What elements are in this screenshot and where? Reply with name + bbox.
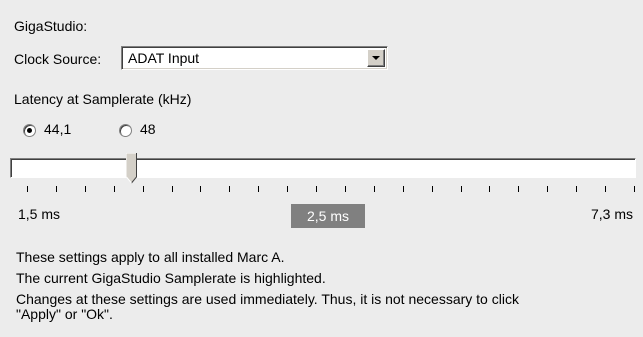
slider-tick [518,186,519,192]
clock-source-value: ADAT Input [128,50,200,66]
radio-48-label[interactable]: 48 [140,121,156,137]
slider-tick [403,186,404,192]
radio-44-1-label[interactable]: 44,1 [44,121,71,137]
slider-current-value-badge: 2,5 ms [291,204,365,228]
slider-tick [489,186,490,192]
latency-slider-thumb[interactable] [126,153,137,184]
slider-tick [374,186,375,192]
slider-tick [200,186,201,192]
slider-max-label: 7,3 ms [591,206,634,222]
latency-slider-track[interactable] [10,158,636,178]
slider-tick [576,186,577,192]
slider-tick [432,186,433,192]
chevron-down-icon [372,56,380,60]
info-line-3: Changes at these settings are used immed… [16,291,519,307]
slider-tick [605,186,606,192]
radio-selected-dot [27,128,32,133]
slider-tick [345,186,346,192]
latency-title: Latency at Samplerate (kHz) [14,91,192,107]
slider-min-label: 1,5 ms [18,206,61,222]
clock-source-label: Clock Source: [14,51,102,67]
slider-tick [258,186,259,192]
slider-tick [287,186,288,192]
slider-tick [56,186,57,192]
info-line-1: These settings apply to all installed Ma… [16,249,285,265]
section-title: GigaStudio: [14,18,88,34]
slider-tick [634,186,635,192]
radio-48[interactable] [119,124,132,137]
latency-slider-ticks [0,186,643,196]
slider-tick [143,186,144,192]
slider-tick [316,186,317,192]
slider-tick [27,186,28,192]
slider-tick [461,186,462,192]
info-line-4: "Apply" or "Ok". [16,306,113,322]
slider-tick [172,186,173,192]
slider-tick [229,186,230,192]
clock-source-dropdown-button[interactable] [367,49,385,67]
radio-44-1[interactable] [23,124,36,137]
clock-source-select[interactable]: ADAT Input [121,46,388,70]
info-line-2: The current GigaStudio Samplerate is hig… [16,270,326,286]
slider-tick [85,186,86,192]
slider-tick [114,186,115,192]
slider-tick [547,186,548,192]
